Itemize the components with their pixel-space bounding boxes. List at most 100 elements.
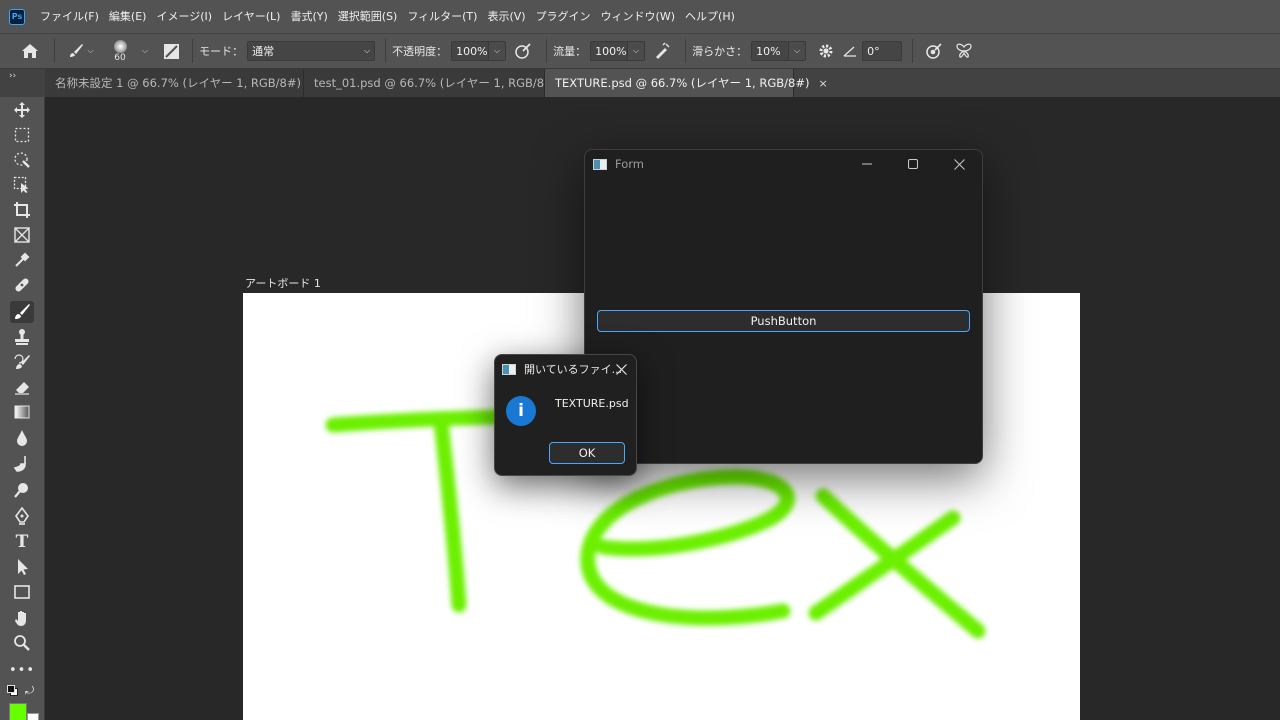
brush-size-value: 60: [114, 52, 126, 63]
dodge-tool-icon[interactable]: [10, 479, 34, 501]
window-controls: [844, 150, 982, 178]
eyedropper-tool-icon[interactable]: [10, 249, 34, 271]
menu-filter[interactable]: フィルター(T): [402, 0, 482, 33]
menu-select[interactable]: 選択範囲(S): [333, 0, 403, 33]
mode-label: モード：: [199, 45, 244, 58]
brush-settings-panel-icon[interactable]: [156, 38, 186, 64]
smudge-tool-icon[interactable]: [10, 453, 34, 475]
maximize-icon[interactable]: [890, 150, 936, 178]
angle-input[interactable]: 0°: [862, 41, 903, 61]
tab-label: 名称未設定 1 @ 66.7% (レイヤー 1, RGB/8#) *: [55, 76, 311, 90]
marquee-tool-icon[interactable]: [10, 124, 34, 146]
tools-panel: T ••• ⤾: [0, 97, 45, 720]
form-window: Form PushButton: [584, 149, 983, 464]
message-box-title-bar[interactable]: 開いているファイ...: [495, 355, 636, 383]
message-box-title: 開いているファイ...: [524, 363, 623, 376]
airbrush-icon[interactable]: [645, 38, 679, 64]
smoothing-dropdown-button[interactable]: ⌵: [788, 41, 807, 61]
push-button[interactable]: PushButton: [597, 310, 970, 332]
frame-tool-icon[interactable]: [10, 224, 34, 246]
separator: [385, 39, 387, 63]
tab-label: TEXTURE.psd @ 66.7% (レイヤー 1, RGB/8#): [555, 76, 810, 90]
mode-select[interactable]: 通常 ⌵: [247, 41, 376, 61]
brush-preset-picker[interactable]: ⌵: [61, 38, 101, 64]
separator: [54, 39, 55, 63]
blur-tool-icon[interactable]: [10, 427, 34, 449]
default-colors-icon[interactable]: [7, 685, 19, 697]
history-brush-tool-icon[interactable]: [10, 351, 34, 373]
document-tab-bar: ›› 名称未設定 1 @ 66.7% (レイヤー 1, RGB/8#) * × …: [0, 69, 1280, 97]
tab-untitled-1[interactable]: 名称未設定 1 @ 66.7% (レイヤー 1, RGB/8#) * ×: [45, 69, 329, 97]
app-window-icon: [502, 363, 516, 375]
brush-tool-icon[interactable]: [10, 301, 34, 323]
menu-file[interactable]: ファイル(F): [35, 0, 104, 33]
healing-brush-tool-icon[interactable]: [10, 274, 34, 296]
menu-bar: Ps ファイル(F) 編集(E) イメージ(I) レイヤー(L) 書式(Y) 選…: [0, 0, 1280, 33]
smoothing-options-gear-icon[interactable]: [810, 38, 842, 64]
menu-view[interactable]: 表示(V): [482, 0, 530, 33]
minimize-icon[interactable]: [844, 150, 890, 178]
menu-plugins[interactable]: プラグイン: [531, 0, 596, 33]
clone-stamp-tool-icon[interactable]: [10, 326, 34, 348]
chevron-down-icon: ⌵: [364, 46, 371, 55]
menu-type[interactable]: 書式(Y): [285, 0, 332, 33]
opacity-label: 不透明度：: [392, 45, 448, 58]
swap-colors-icon[interactable]: ⤾: [25, 684, 34, 698]
menu-help[interactable]: ヘルプ(H): [680, 0, 740, 33]
home-icon[interactable]: [12, 38, 48, 64]
rectangle-tool-icon[interactable]: [10, 581, 34, 603]
path-select-tool-icon[interactable]: [10, 556, 34, 578]
pressure-size-icon[interactable]: [919, 38, 949, 64]
hand-tool-icon[interactable]: [10, 607, 34, 629]
separator: [685, 39, 687, 63]
options-bar: ⌵ 60 ⌵ モード： 通常 ⌵ 不透明度： 100% ⌵ 流量： 100% ⌵…: [0, 33, 1280, 69]
form-title: Form: [615, 157, 644, 171]
brush-icon: [70, 44, 84, 57]
photoshop-logo-icon[interactable]: Ps: [9, 8, 25, 25]
message-text: TEXTURE.psd: [555, 397, 629, 410]
brush-tip-icon: [113, 39, 127, 53]
background-color-swatch[interactable]: [27, 713, 39, 720]
app-window-icon: [593, 158, 607, 170]
artboard-label: アートボード 1: [245, 277, 321, 290]
menu-image[interactable]: イメージ(I): [151, 0, 217, 33]
chevron-down-icon: ⌵: [87, 46, 94, 55]
flow-input[interactable]: 100%: [590, 41, 629, 61]
opacity-input[interactable]: 100%: [451, 41, 490, 61]
angle-icon: [842, 38, 858, 64]
smoothing-input[interactable]: 10%: [751, 41, 790, 61]
separator: [192, 39, 194, 63]
tab-texture[interactable]: TEXTURE.psd @ 66.7% (レイヤー 1, RGB/8#) ×: [545, 69, 828, 97]
quick-select-tool-icon[interactable]: [10, 149, 34, 171]
menu-window[interactable]: ウィンドウ(W): [596, 0, 680, 33]
panel-collapse-toggle[interactable]: ››: [0, 69, 45, 97]
move-tool-icon[interactable]: [10, 99, 34, 121]
menu-edit[interactable]: 編集(E): [104, 0, 152, 33]
close-icon[interactable]: [936, 150, 982, 178]
tab-label: test_01.psd @ 66.7% (レイヤー 1, RGB/8#): [314, 76, 559, 90]
pen-tool-icon[interactable]: [10, 505, 34, 527]
flow-dropdown-button[interactable]: ⌵: [627, 41, 646, 61]
type-tool-icon[interactable]: T: [10, 531, 34, 553]
chevron-down-icon[interactable]: ⌵: [142, 46, 148, 56]
eraser-tool-icon[interactable]: [10, 376, 34, 398]
smoothing-label: 滑らかさ：: [692, 45, 748, 58]
message-box: 開いているファイ... i TEXTURE.psd OK: [494, 354, 637, 476]
symmetry-butterfly-icon[interactable]: [949, 38, 979, 64]
close-icon[interactable]: [616, 360, 627, 379]
object-select-tool-icon[interactable]: [10, 174, 34, 196]
tab-test-01[interactable]: test_01.psd @ 66.7% (レイヤー 1, RGB/8#) ×: [304, 69, 576, 97]
flow-label: 流量：: [553, 45, 587, 58]
zoom-tool-icon[interactable]: [10, 632, 34, 654]
opacity-dropdown-button[interactable]: ⌵: [488, 41, 507, 61]
brush-size-picker[interactable]: 60: [101, 38, 139, 64]
close-icon[interactable]: ×: [818, 77, 827, 90]
menu-layer[interactable]: レイヤー(L): [217, 0, 285, 33]
foreground-color-swatch[interactable]: [9, 703, 27, 720]
more-tools-icon[interactable]: •••: [9, 659, 34, 681]
pressure-opacity-icon[interactable]: [506, 38, 540, 64]
gradient-tool-icon[interactable]: [10, 401, 34, 423]
ok-button[interactable]: OK: [549, 442, 625, 464]
separator: [912, 39, 914, 63]
crop-tool-icon[interactable]: [10, 199, 34, 221]
